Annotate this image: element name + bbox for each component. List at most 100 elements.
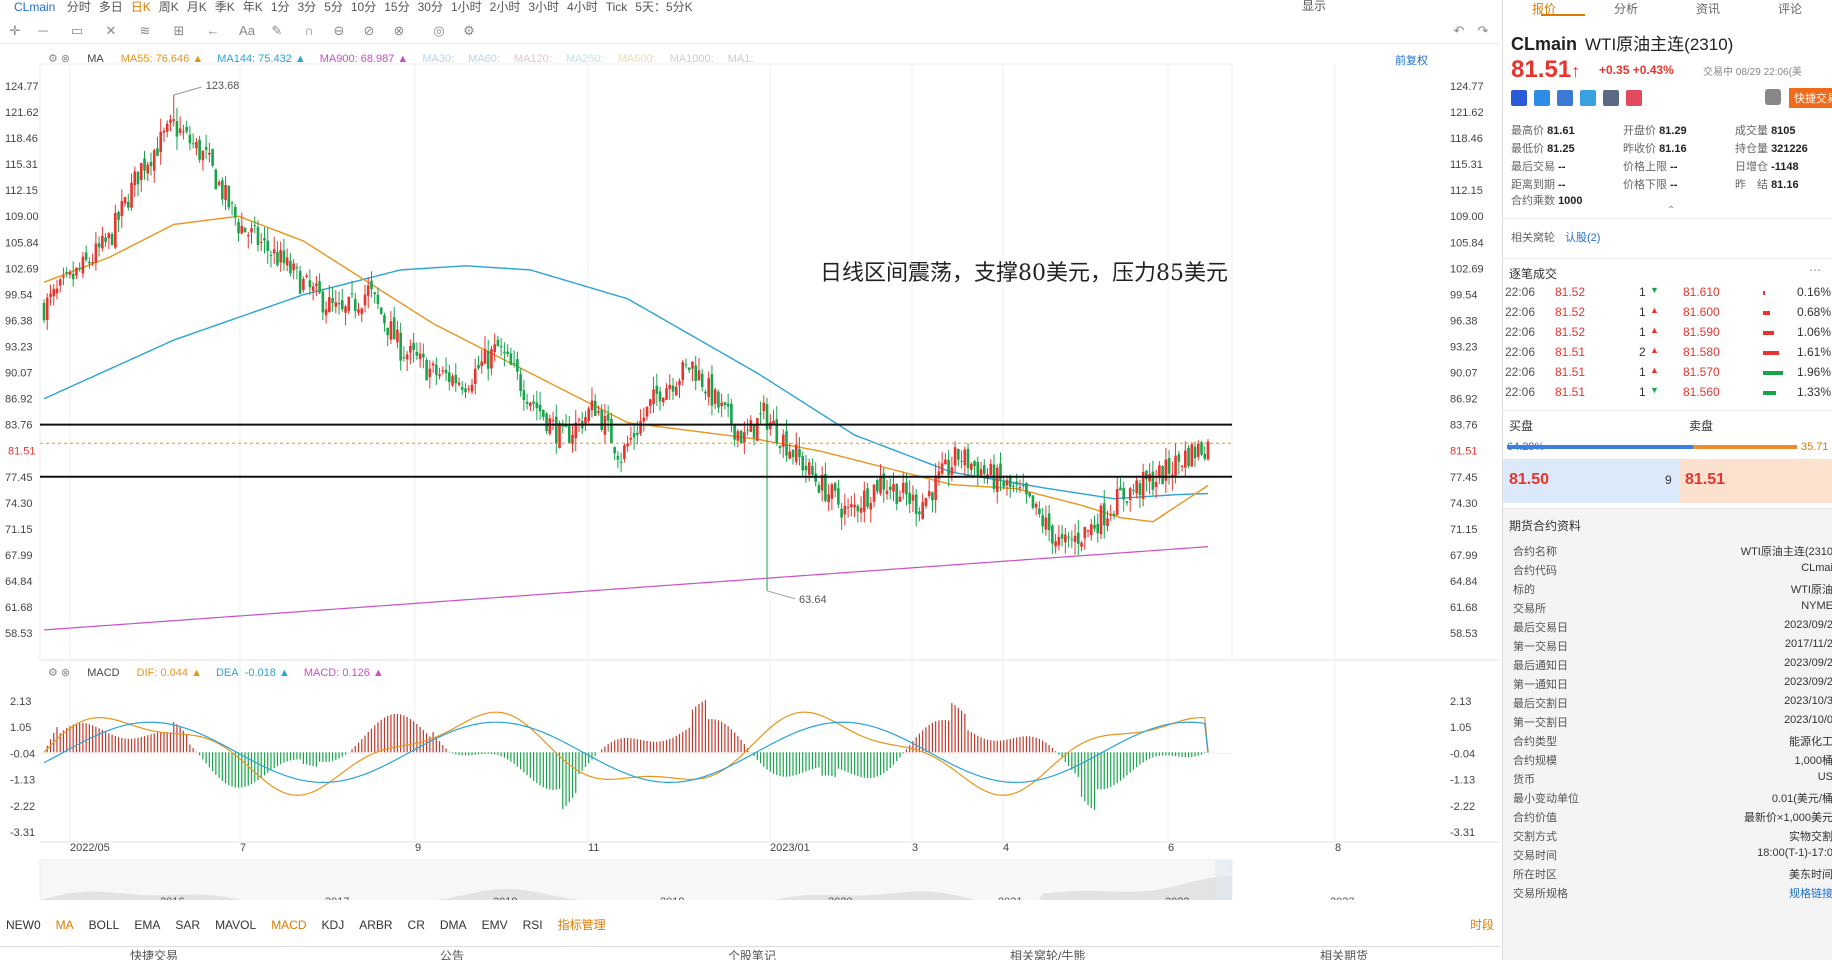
- candle-body: [743, 432, 746, 443]
- indicator-tab-13[interactable]: 指标管理: [558, 916, 606, 933]
- chart-icon[interactable]: [1534, 90, 1550, 106]
- candle-body: [42, 302, 46, 321]
- price-axis-tick-right: 99.54: [1450, 289, 1478, 301]
- indicator-tab-12[interactable]: RSI: [523, 918, 543, 932]
- quote-cell-1-1: 昨收价 81.16: [1623, 140, 1687, 156]
- candle-body: [428, 368, 432, 378]
- bell-icon[interactable]: [1765, 89, 1781, 105]
- related-section: 相关窝轮 认股(2): [1503, 218, 1832, 254]
- price-chart[interactable]: 124.77 124.77 121.62 121.62 118.46 118.46 115.…: [0, 0, 1500, 900]
- candle-body: [885, 490, 889, 495]
- tick-row: 22:06 81.51 1 ▼ 81.560 1.33%: [1505, 385, 1831, 403]
- more-icon[interactable]: ⋯: [1809, 263, 1821, 277]
- footer-announcement[interactable]: 公告: [440, 947, 464, 960]
- contract-value[interactable]: 规格链接: [1789, 885, 1832, 901]
- candle-body: [642, 417, 646, 422]
- x-axis-tick: 4: [1003, 842, 1009, 854]
- candle-body: [188, 134, 192, 144]
- candle-body: [376, 294, 380, 305]
- candle-body: [571, 434, 574, 444]
- macd-axis-tick-right: -2.22: [1450, 801, 1475, 813]
- indicator-tab-7[interactable]: KDJ: [322, 918, 345, 932]
- candle-body: [233, 206, 237, 218]
- tab-news[interactable]: 资讯: [1667, 0, 1749, 17]
- candle-body: [989, 463, 993, 475]
- note-icon[interactable]: [1603, 90, 1619, 106]
- candle-body: [542, 410, 545, 417]
- footer-quick-trade[interactable]: 快捷交易: [130, 947, 178, 960]
- indicator-tab-8[interactable]: ARBR: [359, 918, 392, 932]
- share-icon[interactable]: [1557, 90, 1573, 106]
- flag-icon[interactable]: [1511, 90, 1527, 106]
- related-link[interactable]: 认股(2): [1565, 229, 1600, 245]
- sell-label: 卖盘: [1689, 419, 1714, 433]
- candle-body: [1122, 487, 1125, 500]
- footer-futures[interactable]: 相关期货: [1320, 947, 1368, 960]
- active-tab-underline: [1541, 14, 1585, 16]
- indicator-tab-6[interactable]: MACD: [271, 918, 306, 932]
- contract-label: 交易所: [1513, 603, 1546, 615]
- candle-body: [383, 315, 386, 324]
- bid-box[interactable]: 81.50 9: [1503, 459, 1679, 503]
- quick-trade-button[interactable]: 快捷交易: [1789, 88, 1832, 108]
- candle-body: [1106, 518, 1109, 526]
- price-axis-tick-left: 77.45: [5, 472, 33, 484]
- contract-value: 最新价×1,000美元: [1744, 812, 1832, 824]
- favorite-icon[interactable]: [1626, 90, 1642, 106]
- overview-window[interactable]: [1215, 860, 1232, 900]
- candle-body: [340, 300, 344, 310]
- candle-body: [486, 351, 490, 369]
- candle-body: [285, 257, 289, 266]
- quote-label: 持仓量: [1735, 143, 1772, 155]
- indicator-tab-1[interactable]: MA: [56, 918, 74, 932]
- overview-year-label: 2016: [160, 896, 184, 900]
- ask-box[interactable]: 81.51: [1679, 459, 1832, 503]
- footer-warrants[interactable]: 相关窝轮/牛熊: [1010, 947, 1085, 960]
- price-axis-tick-right: 96.38: [1450, 315, 1478, 327]
- price-axis-tick-right: 112.15: [1450, 185, 1483, 197]
- candle-body: [65, 272, 68, 274]
- candle-body: [1206, 441, 1210, 460]
- overview-year-label: 2020: [828, 896, 852, 900]
- candle-body: [386, 327, 389, 336]
- candle-body: [311, 286, 315, 291]
- candle-body: [344, 306, 347, 313]
- price-axis-tick-left: 93.23: [5, 341, 33, 353]
- candle-body: [363, 294, 367, 306]
- candle-body: [759, 413, 762, 415]
- contract-row: 合约代码 CLmai: [1513, 562, 1832, 578]
- indicator-tab-2[interactable]: BOLL: [89, 918, 120, 932]
- indicator-tab-5[interactable]: MAVOL: [215, 918, 256, 932]
- indicator-tab-0[interactable]: NEW0: [6, 918, 41, 932]
- candle-body: [490, 349, 493, 369]
- indicator-tab-10[interactable]: DMA: [440, 918, 467, 932]
- indicator-tab-9[interactable]: CR: [408, 918, 425, 932]
- trade-status: 交易中 08/29 22:06(美: [1703, 67, 1802, 78]
- candle-body: [879, 476, 882, 494]
- tick-size: 1: [1639, 365, 1646, 379]
- tick-bid: 81.560: [1683, 385, 1720, 399]
- tab-comments[interactable]: 评论: [1749, 0, 1831, 17]
- footer-notes[interactable]: 个股笔记: [728, 947, 776, 960]
- candle-body: [457, 382, 461, 385]
- indicator-tab-3[interactable]: EMA: [134, 918, 160, 932]
- tab-analysis[interactable]: 分析: [1585, 0, 1667, 17]
- candle-body: [833, 483, 837, 491]
- macd-axis-tick-right: -1.13: [1450, 775, 1475, 787]
- indicator-tab-11[interactable]: EMV: [482, 918, 508, 932]
- candle-body: [1119, 487, 1122, 491]
- price-axis-tick-right: 77.45: [1450, 472, 1478, 484]
- candle-body: [117, 212, 120, 220]
- tick-bid: 81.610: [1683, 285, 1720, 299]
- bid-size: 9: [1665, 473, 1672, 487]
- macd-axis-tick-left: 2.13: [10, 696, 31, 708]
- price-axis-tick-right: 115.31: [1450, 159, 1483, 171]
- session-button[interactable]: 时段: [1470, 916, 1494, 933]
- price-change: +0.35 +0.43%: [1599, 63, 1674, 77]
- tag-icon[interactable]: [1580, 90, 1596, 106]
- quote-label: 成交量: [1735, 125, 1772, 137]
- indicator-tab-4[interactable]: SAR: [175, 918, 200, 932]
- candle-body: [402, 357, 406, 359]
- multiplier-value: 1000: [1558, 195, 1583, 207]
- collapse-icon[interactable]: ⌃: [1667, 205, 1675, 216]
